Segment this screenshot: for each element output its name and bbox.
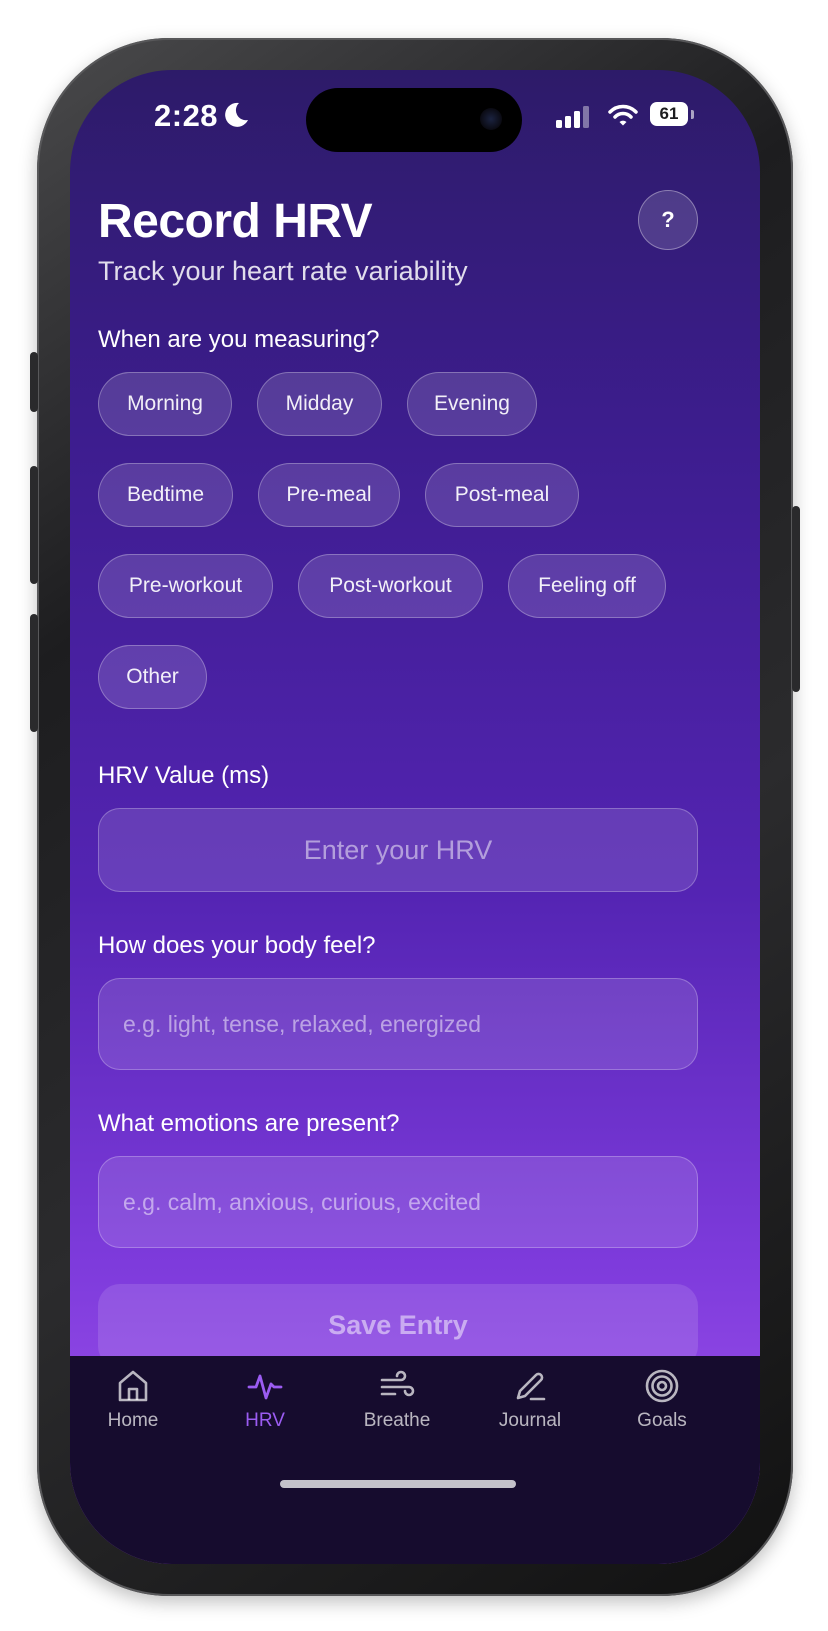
hrv-label: HRV Value (ms) [98, 762, 270, 789]
tab-goals[interactable]: Goals [607, 1368, 717, 1438]
battery-icon: 61 [650, 102, 694, 128]
cellular-signal-icon [556, 106, 589, 128]
volume-down-button [30, 614, 38, 732]
volume-up-button [30, 466, 38, 584]
chip-bedtime[interactable]: Bedtime [98, 463, 233, 527]
tab-home-label: Home [107, 1410, 159, 1431]
pulse-icon [247, 1374, 283, 1400]
page-subtitle: Track your heart rate variability [98, 256, 468, 286]
tab-breathe[interactable]: Breathe [342, 1368, 452, 1438]
app-screen: 2:28 61 Record HRV Track your heart rate… [70, 70, 760, 1564]
wind-icon [380, 1370, 415, 1397]
chip-other[interactable]: Other [98, 645, 207, 709]
tab-bar: Home HRV Breathe Journal Goals [70, 1356, 760, 1564]
chip-midday[interactable]: Midday [257, 372, 382, 436]
battery-level: 61 [650, 102, 688, 126]
home-icon [118, 1370, 148, 1402]
tab-hrv-label: HRV [245, 1410, 285, 1431]
moon-icon [225, 102, 248, 127]
dynamic-island [306, 88, 522, 152]
action-button [30, 352, 38, 412]
home-indicator [280, 1480, 516, 1488]
tab-journal-label: Journal [498, 1410, 562, 1431]
body-feel-label: How does your body feel? [98, 932, 376, 959]
body-feel-input[interactable] [98, 978, 698, 1070]
chip-evening[interactable]: Evening [407, 372, 537, 436]
status-bar: 2:28 61 [70, 70, 760, 170]
status-time: 2:28 [154, 98, 219, 133]
tab-hrv[interactable]: HRV [210, 1368, 320, 1438]
help-button[interactable]: ? [638, 190, 698, 250]
emotions-input[interactable] [98, 1156, 698, 1248]
chip-post-meal[interactable]: Post-meal [425, 463, 579, 527]
chip-pre-meal[interactable]: Pre-meal [258, 463, 400, 527]
battery-cap [691, 110, 694, 119]
tab-journal[interactable]: Journal [475, 1368, 585, 1438]
tab-home[interactable]: Home [78, 1368, 188, 1438]
power-button [792, 506, 800, 692]
timing-label: When are you measuring? [98, 326, 380, 353]
hrv-input[interactable] [98, 808, 698, 892]
tab-breathe-label: Breathe [363, 1410, 431, 1431]
chip-feeling-off[interactable]: Feeling off [508, 554, 666, 618]
camera-icon [480, 108, 502, 130]
emotions-label: What emotions are present? [98, 1110, 400, 1137]
target-icon [645, 1369, 679, 1403]
chip-post-workout[interactable]: Post-workout [298, 554, 483, 618]
chip-morning[interactable]: Morning [98, 372, 232, 436]
tab-goals-label: Goals [637, 1410, 687, 1431]
page-title: Record HRV [98, 195, 373, 248]
chip-pre-workout[interactable]: Pre-workout [98, 554, 273, 618]
pen-icon [516, 1372, 546, 1401]
wifi-icon [608, 104, 638, 126]
